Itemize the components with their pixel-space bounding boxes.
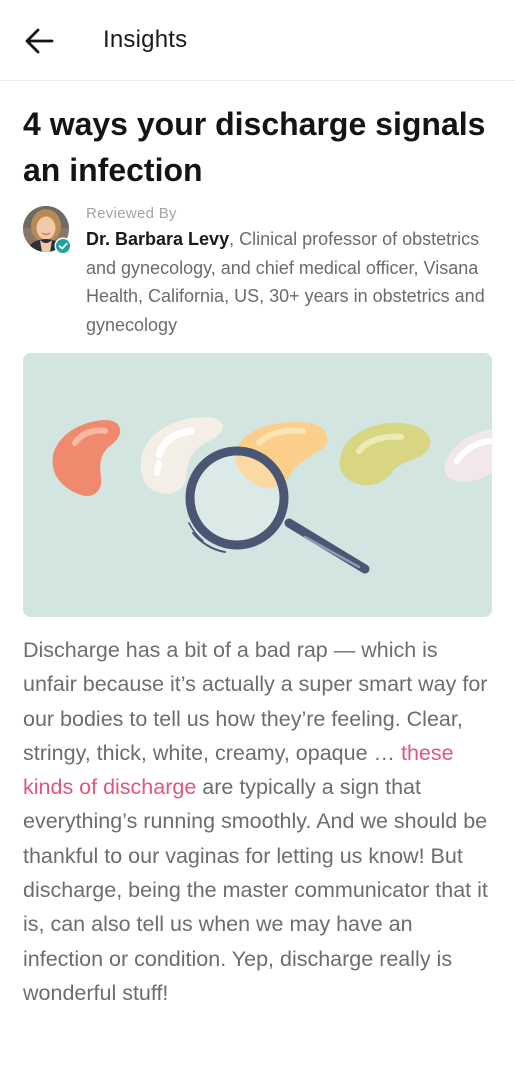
article-title: 4 ways your discharge signals an infecti… (23, 106, 486, 188)
verified-badge-icon (56, 239, 70, 253)
back-button[interactable] (18, 22, 60, 60)
article-body: Discharge has a bit of a bad rap — which… (23, 633, 493, 1010)
reviewer-name: Dr. Barbara Levy (86, 229, 230, 249)
body-text-part-2: are typically a sign that everything’s r… (23, 775, 488, 1005)
header-title: Insights (103, 26, 188, 53)
reviewer-avatar (23, 206, 72, 255)
reviewed-by-label: Reviewed By (86, 205, 177, 222)
top-app-bar: Insights (0, 0, 515, 81)
arrow-left-icon (25, 28, 54, 54)
reviewer-info: Dr. Barbara Levy, Clinical professor of … (86, 225, 496, 340)
hero-illustration (23, 353, 492, 617)
